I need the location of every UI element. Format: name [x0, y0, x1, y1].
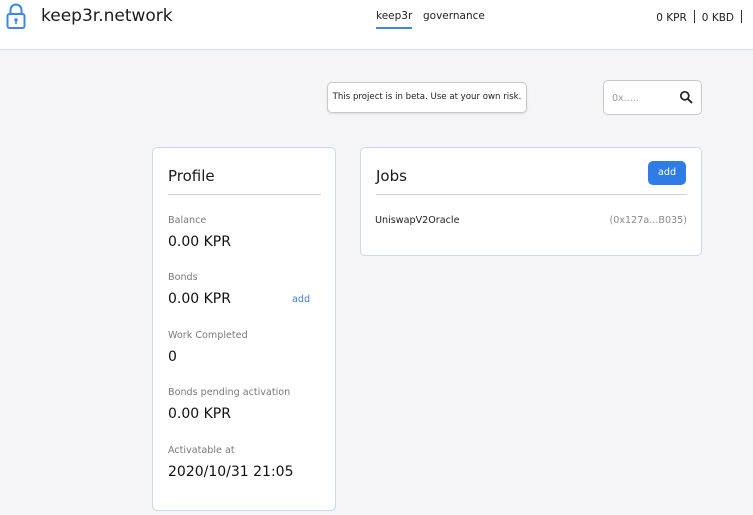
kpr-balance: 0 KPR: [656, 12, 687, 24]
activatable-value: 2020/10/31 21:05: [168, 464, 294, 480]
balance-label: Balance: [168, 215, 207, 226]
search-box: [603, 80, 702, 115]
add-bonds-link[interactable]: add: [292, 294, 310, 305]
search-input[interactable]: [610, 89, 674, 107]
bonds-label: Bonds: [168, 272, 198, 283]
work-completed-label: Work Completed: [168, 330, 248, 341]
site-title[interactable]: keep3r.network: [41, 6, 173, 26]
divider: [376, 194, 687, 195]
lock-icon: [6, 3, 26, 29]
divider: [741, 10, 742, 23]
work-completed-value: 0: [168, 349, 177, 365]
divider: [168, 194, 321, 195]
jobs-card: Jobs add UniswapV2Oracle (0x127a...B035): [360, 147, 702, 256]
jobs-title: Jobs: [376, 167, 407, 185]
kbd-balance: 0 KBD: [701, 12, 734, 24]
job-address: (0x127a...B035): [609, 215, 688, 226]
bonds-pending-label: Bonds pending activation: [168, 387, 291, 398]
beta-notice: This project is in beta. Use at your own…: [327, 82, 527, 113]
profile-card: Profile Balance 0.00 KPR Bonds 0.00 KPR …: [152, 147, 336, 511]
profile-title: Profile: [168, 167, 215, 185]
divider: [693, 10, 695, 23]
activatable-label: Activatable at: [168, 445, 235, 456]
top-bar: keep3r.network keep3r governance 0 KPR 0 …: [0, 0, 753, 50]
job-name[interactable]: UniswapV2Oracle: [375, 215, 459, 226]
search-icon[interactable]: [679, 90, 693, 104]
bonds-value: 0.00 KPR: [168, 291, 231, 307]
bonds-pending-value: 0.00 KPR: [168, 406, 231, 422]
add-job-button[interactable]: add: [648, 161, 686, 185]
nav-keep3r[interactable]: keep3r: [376, 10, 413, 29]
nav-governance[interactable]: governance: [423, 10, 485, 22]
token-balances: 0 KPR 0 KBD: [656, 10, 749, 24]
balance-value: 0.00 KPR: [168, 234, 231, 250]
